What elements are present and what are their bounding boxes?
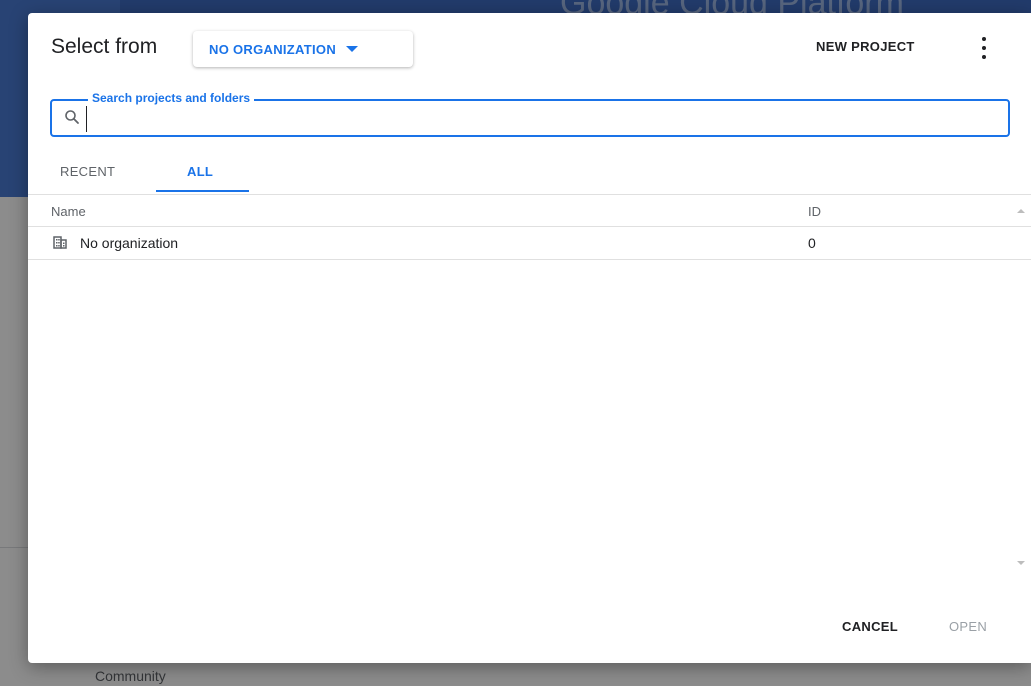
- search-label: Search projects and folders: [88, 91, 255, 105]
- caret-down-icon: [346, 46, 359, 52]
- open-button[interactable]: OPEN: [949, 619, 987, 634]
- organization-select[interactable]: NO ORGANIZATION: [193, 31, 413, 67]
- search-icon: [65, 110, 79, 124]
- building-icon: [53, 236, 67, 249]
- select-project-dialog: Select from NO ORGANIZATION NEW PROJECT …: [28, 13, 1031, 663]
- row-id: 0: [808, 235, 816, 251]
- active-tab-indicator: [156, 190, 249, 192]
- scroll-down-icon[interactable]: [1017, 561, 1025, 565]
- table-scrollbar[interactable]: [1013, 205, 1029, 569]
- tab-recent[interactable]: RECENT: [60, 164, 115, 179]
- cancel-button[interactable]: CANCEL: [842, 619, 898, 634]
- projects-table: Name ID No organization 0: [28, 194, 1031, 260]
- dialog-title: Select from: [51, 35, 158, 58]
- column-header-name[interactable]: Name: [51, 204, 86, 219]
- more-vert-icon[interactable]: [974, 37, 994, 59]
- column-header-id[interactable]: ID: [808, 204, 821, 219]
- table-header: Name ID: [28, 194, 1031, 227]
- row-name: No organization: [80, 235, 179, 251]
- tab-all[interactable]: ALL: [187, 164, 213, 179]
- search-field[interactable]: Search projects and folders: [50, 91, 1010, 137]
- organization-select-value: NO ORGANIZATION: [209, 41, 337, 57]
- new-project-button[interactable]: NEW PROJECT: [816, 39, 915, 54]
- table-row[interactable]: No organization 0: [28, 227, 1031, 260]
- search-input[interactable]: [86, 106, 991, 132]
- scroll-up-icon[interactable]: [1017, 209, 1025, 213]
